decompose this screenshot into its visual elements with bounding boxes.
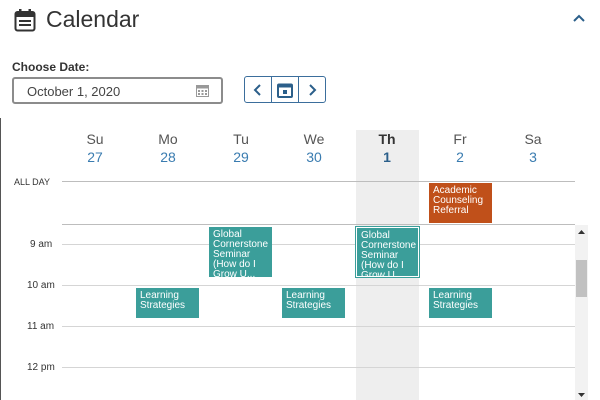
hour-line [62,326,575,327]
choose-date-label: Choose Date: [12,60,90,74]
chevron-up-icon[interactable] [570,8,588,30]
event-learning-strategies-friday[interactable]: Learning Strategies [429,288,492,318]
time-label: 11 am [27,321,55,332]
all-day-label: ALL DAY [14,177,51,187]
event-global-cornerstone-tuesday[interactable]: Global Cornerstone Seminar (How do I Gro… [209,227,272,277]
next-button[interactable] [298,77,325,102]
calendar-today-icon [277,83,293,98]
time-label: 12 pm [27,362,55,373]
time-label: 9 am [30,239,53,250]
day-name: Su [86,131,104,147]
hour-line [62,367,575,368]
date-navigation [244,76,326,103]
all-day-bottom-divider [62,224,575,225]
hour-line [62,244,575,245]
day-number: 30 [306,149,322,165]
day-number: 1 [383,149,391,165]
event-global-cornerstone-thursday[interactable]: Global Cornerstone Seminar (How do I Gro… [355,226,420,278]
date-input[interactable]: October 1, 2020 [12,77,223,104]
day-header-sunday[interactable]: Su 27 [65,131,125,167]
chevron-left-icon [253,83,261,96]
day-number: 3 [529,149,537,165]
day-header-tuesday[interactable]: Tu 29 [211,131,271,167]
today-button[interactable] [271,77,298,102]
day-header-friday[interactable]: Fr 2 [430,131,490,167]
all-day-top-divider [62,181,575,182]
date-input-value: October 1, 2020 [27,84,121,99]
day-number: 27 [87,149,103,165]
scroll-down-arrow-icon[interactable] [577,390,586,400]
day-header-thursday[interactable]: Th 1 [357,131,417,167]
day-name: We [303,131,325,147]
panel-border [0,118,1,400]
hour-line [62,285,575,286]
day-number: 28 [160,149,176,165]
day-header-saturday[interactable]: Sa 3 [503,131,563,167]
day-number: 2 [456,149,464,165]
page-title: Calendar [46,6,140,32]
day-name: Tu [233,131,249,147]
day-header-wednesday[interactable]: We 30 [284,131,344,167]
day-name: Mo [158,131,178,147]
day-name: Sa [524,131,542,147]
event-academic-counseling[interactable]: Academic Counseling Referral [429,183,492,223]
calendar-picker-icon[interactable] [196,84,209,97]
day-name: Fr [453,131,467,147]
chevron-right-icon [309,83,317,96]
time-label: 10 am [27,280,55,291]
vertical-scrollbar[interactable] [575,225,588,400]
calendar-header: Calendar [0,0,600,44]
event-learning-strategies-monday[interactable]: Learning Strategies [136,288,199,318]
calendar-icon [14,9,36,32]
event-learning-strategies-wednesday[interactable]: Learning Strategies [282,288,345,318]
day-name: Th [378,131,396,147]
scrollbar-thumb[interactable] [576,260,587,297]
previous-button[interactable] [245,77,271,102]
scroll-up-arrow-icon[interactable] [577,227,586,237]
day-header-monday[interactable]: Mo 28 [138,131,198,167]
day-number: 29 [233,149,249,165]
